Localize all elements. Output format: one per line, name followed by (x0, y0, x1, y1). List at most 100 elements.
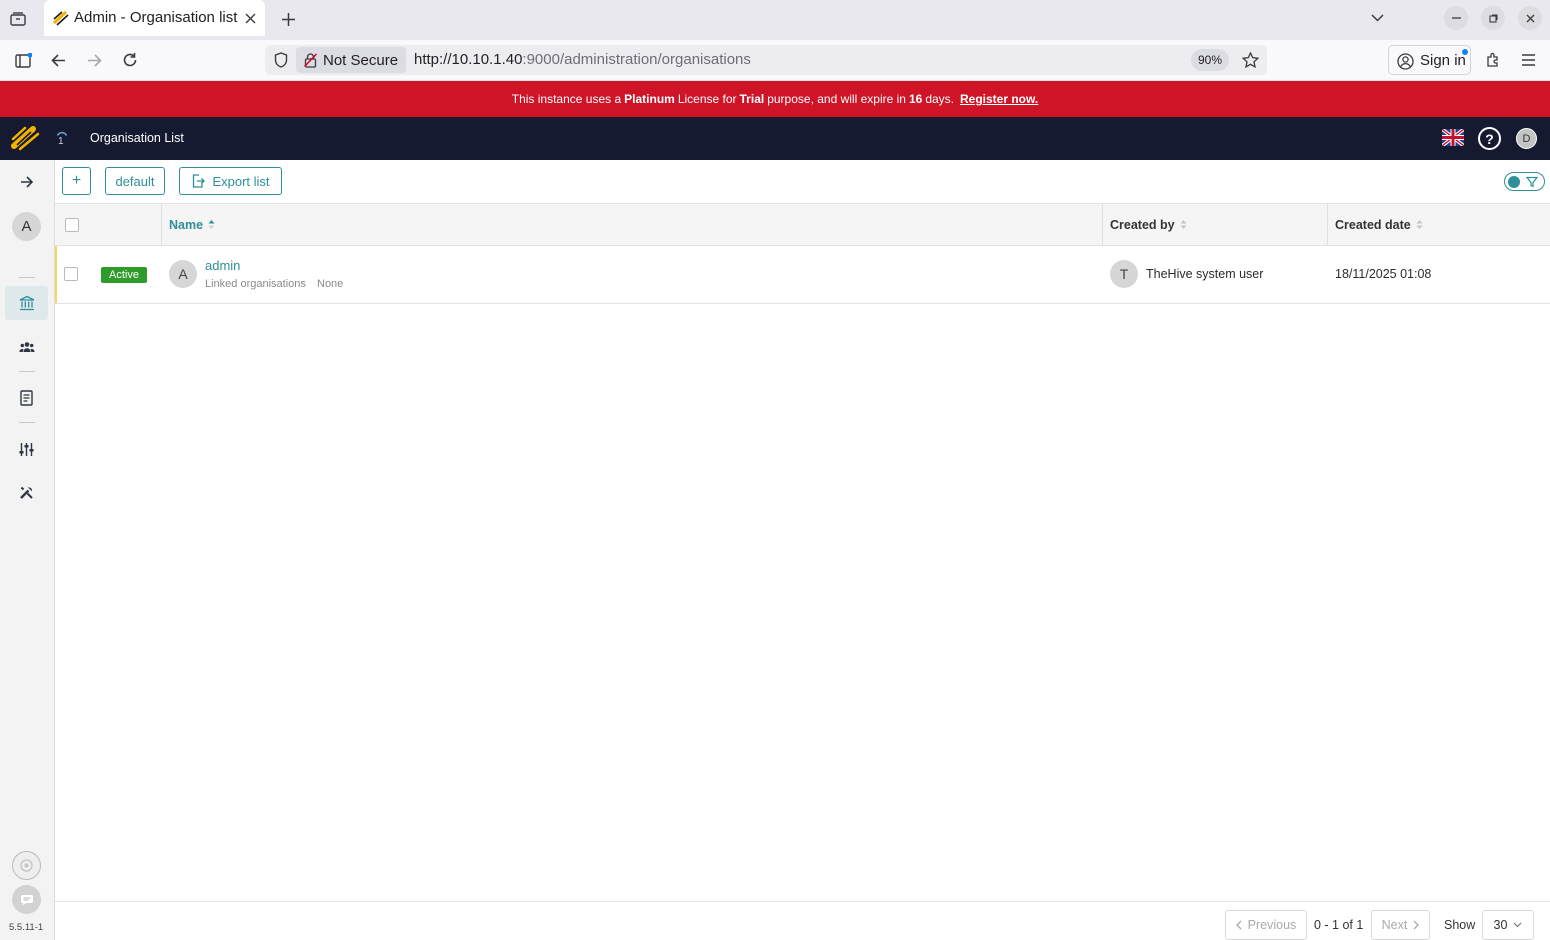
help-question-mark: ? (1485, 130, 1494, 147)
sidebar-item-users[interactable] (5, 330, 48, 364)
sidebar-item-templates[interactable] (5, 381, 48, 415)
reload-icon[interactable] (119, 49, 141, 71)
next-label: Next (1381, 918, 1408, 932)
status-label: Active (109, 269, 139, 281)
book-icon (20, 390, 33, 406)
tools-icon (20, 486, 33, 499)
security-indicator[interactable]: Not Secure (296, 47, 406, 73)
filter-funnel-icon (1526, 176, 1538, 188)
sidebar-toggle-icon[interactable] (12, 49, 34, 71)
previous-page-button[interactable]: Previous (1225, 910, 1307, 940)
table-header: Name Created by Created date (55, 203, 1550, 246)
thehive-logo[interactable] (10, 124, 42, 152)
close-tab-icon[interactable] (241, 8, 259, 28)
thehive-tab-favicon-icon (53, 10, 69, 26)
app-menu-icon[interactable] (1517, 49, 1539, 71)
bookmark-star-icon[interactable] (1240, 50, 1260, 70)
created-date-value: 18/11/2025 01:08 (1335, 267, 1432, 281)
default-filter-button[interactable]: default (105, 167, 165, 195)
table-row[interactable]: Active A admin Linked organisations None… (55, 246, 1550, 304)
left-sidebar: A 5.5.11-1 (0, 160, 55, 940)
chat-icon[interactable] (12, 885, 41, 914)
notification-dot (1462, 49, 1468, 55)
created-by-value: TheHive system user (1146, 267, 1264, 281)
column-header-created-by[interactable]: Created by (1110, 204, 1187, 245)
banner-text-4: days. (925, 92, 954, 106)
url-bar[interactable]: Not Secure http://10.10.1.40:9000/admini… (265, 45, 1267, 75)
export-button-label: Export list (212, 173, 270, 189)
task-progress-indicator[interactable]: 1 (54, 129, 70, 149)
previous-label: Previous (1247, 918, 1297, 932)
app-version: 5.5.11-1 (9, 922, 44, 933)
url-path: :9000/administration/organisations (522, 51, 751, 68)
status-badge: Active (101, 267, 147, 283)
select-all-checkbox[interactable] (65, 218, 79, 232)
zoom-level: 90% (1197, 53, 1223, 67)
register-now-link[interactable]: Register now. (960, 92, 1038, 106)
url-host: http://10.10.1.40 (414, 51, 523, 68)
banner-text-2: License for (677, 92, 737, 106)
banner-text-1: This instance uses a (511, 92, 622, 106)
arrow-right-icon (20, 176, 33, 188)
organisation-avatar[interactable]: A (12, 212, 41, 241)
zoom-level-badge[interactable]: 90% (1191, 49, 1229, 71)
help-icon[interactable]: ? (1478, 127, 1501, 150)
column-header-created-date[interactable]: Created date (1335, 204, 1423, 245)
bot-status-icon[interactable] (12, 851, 41, 880)
browser-tab-active[interactable]: Admin - Organisation list (44, 0, 265, 36)
column-header-name[interactable]: Name (169, 204, 215, 245)
organisation-row-avatar: A (169, 260, 197, 288)
next-page-button[interactable]: Next (1371, 910, 1430, 940)
user-avatar[interactable]: D (1516, 128, 1537, 149)
expand-sidebar-button[interactable] (5, 165, 48, 199)
column-divider (161, 204, 162, 245)
sidebar-item-settings[interactable] (5, 432, 48, 466)
add-button-label: + (71, 172, 82, 189)
tab-overview-icon[interactable] (6, 8, 30, 30)
filter-toggle[interactable] (1504, 172, 1545, 191)
export-list-button[interactable]: Export list (179, 167, 282, 195)
back-icon[interactable] (47, 49, 69, 71)
security-label: Not Secure (323, 52, 399, 69)
banner-plan: Platinum (624, 92, 675, 106)
sidebar-item-organisations[interactable] (5, 286, 48, 320)
sidebar-divider (19, 422, 35, 423)
language-flag-icon[interactable] (1442, 129, 1464, 146)
organisation-name-link[interactable]: admin (205, 258, 240, 273)
browser-tab-bar: Admin - Organisation list (0, 0, 1550, 40)
list-all-tabs-icon[interactable] (1366, 8, 1388, 28)
close-window-icon[interactable] (1518, 6, 1542, 30)
sidebar-divider (19, 371, 35, 372)
extensions-icon[interactable] (1482, 49, 1504, 71)
task-count: 1 (58, 136, 64, 147)
forward-icon[interactable] (83, 49, 105, 71)
chevron-right-icon (1413, 920, 1420, 930)
sidebar-item-platform-management[interactable] (5, 475, 48, 509)
insecure-lock-icon (302, 52, 318, 68)
new-tab-icon[interactable] (277, 8, 299, 30)
organisation-initial: A (21, 218, 32, 235)
linked-organisations-value: None (317, 278, 344, 290)
column-name-label: Name (169, 217, 204, 232)
row-checkbox[interactable] (64, 267, 78, 281)
banner-purpose: Trial (739, 92, 765, 106)
chevron-left-icon (1235, 920, 1242, 930)
sort-ascending-icon (208, 220, 215, 229)
column-created-by-label: Created by (1110, 217, 1175, 232)
banner-days: 16 (908, 92, 923, 106)
column-created-date-label: Created date (1335, 217, 1411, 232)
tab-title: Admin - Organisation list (74, 9, 238, 26)
sign-in-label: Sign in (1420, 52, 1466, 69)
add-organisation-button[interactable]: + (62, 167, 91, 195)
show-label: Show (1444, 918, 1476, 932)
linked-organisations-label: Linked organisations (205, 278, 306, 290)
tracking-protection-shield-icon[interactable] (271, 50, 291, 70)
url-text[interactable]: http://10.10.1.40:9000/administration/or… (414, 51, 751, 68)
creator-initial: T (1119, 266, 1129, 282)
minimize-window-icon[interactable] (1444, 6, 1468, 30)
chevron-down-icon (1514, 922, 1522, 928)
sign-in-button[interactable]: Sign in (1388, 45, 1471, 75)
page-size-select[interactable]: 30 (1482, 910, 1534, 940)
organisations-bank-icon (19, 295, 34, 311)
restore-window-icon[interactable] (1481, 6, 1505, 30)
